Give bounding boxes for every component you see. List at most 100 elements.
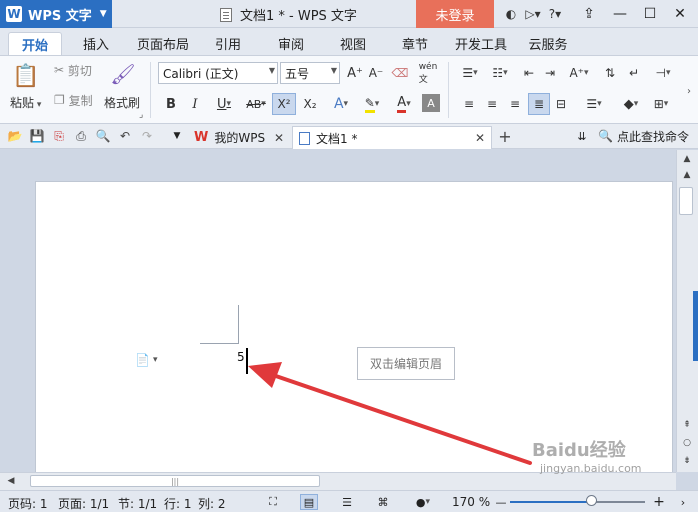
scroll-left-icon[interactable]: ◀: [4, 474, 18, 488]
font-name-select[interactable]: Calibri (正文) ▼: [158, 62, 278, 84]
decrease-indent-icon[interactable]: ⇤: [520, 64, 538, 82]
app-menu-button[interactable]: W WPS 文字 ▼: [0, 0, 112, 28]
window-title: 文档1 * - WPS 文字: [220, 5, 357, 24]
zoom-level[interactable]: 170 %: [452, 495, 490, 509]
tab-document1[interactable]: 文档1 * ✕: [292, 126, 492, 149]
new-tab-icon[interactable]: +: [497, 127, 513, 146]
ribbon-scroll-icon[interactable]: ›: [682, 76, 696, 106]
help-icon[interactable]: ?▾: [544, 3, 566, 25]
minimize-icon[interactable]: —: [605, 0, 635, 28]
browse-object-icon[interactable]: ○: [680, 436, 694, 450]
tab-page-layout[interactable]: 页面布局: [132, 32, 194, 55]
print-icon[interactable]: ⎙: [73, 128, 89, 144]
tab-view[interactable]: 视图: [333, 32, 373, 55]
next-page-icon[interactable]: ⇟: [680, 454, 694, 468]
subscript-icon[interactable]: X₂: [299, 94, 321, 114]
undo-icon[interactable]: ↶: [117, 128, 133, 144]
full-screen-icon[interactable]: ⛶: [264, 494, 282, 510]
tab-insert[interactable]: 插入: [76, 32, 116, 55]
tab-developer[interactable]: 开发工具: [450, 32, 512, 55]
highlight-icon[interactable]: ✎ ▾: [358, 94, 386, 114]
close-icon[interactable]: ✕: [665, 0, 695, 28]
cut-button[interactable]: ✂ 剪切: [54, 62, 92, 78]
scroll-up-icon[interactable]: ▲: [680, 152, 694, 166]
align-right-icon[interactable]: ≡: [506, 94, 524, 114]
paste-button-label[interactable]: 粘贴 ▾: [10, 94, 41, 111]
export-pdf-icon[interactable]: ⎘: [51, 128, 67, 144]
tab-my-wps[interactable]: W 我的WPS ✕: [188, 126, 290, 149]
sort-icon[interactable]: ⇅: [600, 64, 620, 82]
change-case-icon[interactable]: A⁺ ▾: [564, 64, 594, 82]
increase-indent-icon[interactable]: ⇥: [541, 64, 559, 82]
justify-icon[interactable]: ≣: [528, 93, 550, 115]
close-tab-icon[interactable]: ✕: [274, 131, 284, 145]
text-effect-icon[interactable]: A ▾: [328, 94, 354, 114]
bullets-icon[interactable]: ☰ ▾: [456, 64, 484, 82]
scissors-icon: ✂: [54, 63, 65, 77]
tab-cloud[interactable]: 云服务: [522, 32, 574, 55]
close-tab-icon[interactable]: ✕: [475, 131, 485, 145]
superscript-icon[interactable]: X²: [272, 93, 296, 115]
paste-icon[interactable]: 📋: [12, 62, 40, 90]
login-button[interactable]: 未登录: [416, 0, 494, 28]
more-icon[interactable]: ›: [674, 494, 692, 510]
format-painter-icon[interactable]: 🖌: [110, 60, 136, 88]
strikethrough-icon[interactable]: AB ▾: [241, 94, 271, 114]
tab-home[interactable]: 开始: [8, 32, 62, 55]
horizontal-scroll-thumb[interactable]: |||: [30, 475, 320, 487]
clear-format-icon[interactable]: ⌫: [390, 64, 410, 82]
zoom-in-icon[interactable]: +: [650, 494, 668, 510]
web-view-icon[interactable]: ⌘: [374, 494, 392, 510]
zoom-slider-thumb[interactable]: [586, 495, 597, 506]
page-view-icon[interactable]: ▤: [300, 494, 318, 510]
font-color-icon[interactable]: A ▾: [390, 94, 418, 114]
eye-protection-icon[interactable]: ● ▾: [408, 494, 438, 510]
customize-toolbar-icon[interactable]: ▼: [169, 128, 185, 144]
tab-stops-icon[interactable]: ⊣ ▾: [650, 64, 676, 82]
scroll-up-icon[interactable]: ▲: [680, 168, 694, 182]
open-icon[interactable]: 📂: [7, 128, 23, 144]
borders-icon[interactable]: ⊞ ▾: [648, 94, 674, 114]
clipboard-launcher-icon[interactable]: ⌟: [139, 110, 143, 120]
print-preview-icon[interactable]: 🔍: [95, 128, 111, 144]
grow-font-icon[interactable]: A⁺: [345, 64, 365, 82]
align-center-icon[interactable]: ≡: [483, 94, 501, 114]
copy-button[interactable]: ❐ 复制: [54, 92, 93, 108]
line-spacing-icon[interactable]: ☰ ▾: [580, 94, 608, 114]
edit-header-hint[interactable]: 双击编辑页眉: [357, 347, 455, 380]
outline-view-icon[interactable]: ☰: [338, 494, 356, 510]
paragraph-shading-icon[interactable]: ◆ ▾: [616, 94, 646, 114]
shrink-font-icon[interactable]: A⁻: [366, 64, 386, 82]
italic-icon[interactable]: I: [186, 94, 204, 114]
ribbon-toggle-icon[interactable]: ⇪: [574, 0, 604, 28]
command-search[interactable]: 🔍 点此查找命令: [598, 128, 689, 144]
maximize-icon[interactable]: ☐: [635, 0, 665, 28]
typed-text: 5: [237, 350, 245, 364]
comment-icon[interactable]: ▷▾: [522, 3, 544, 25]
bold-icon[interactable]: B: [162, 94, 180, 114]
phonetic-guide-icon[interactable]: wén 文: [414, 62, 442, 85]
zoom-out-icon[interactable]: —: [492, 494, 510, 510]
underline-icon[interactable]: U ▾: [210, 94, 238, 114]
tab-list-icon[interactable]: ⇊: [574, 128, 590, 144]
vertical-scroll-thumb[interactable]: [679, 187, 693, 215]
paragraph-layout-icon[interactable]: 📄 ▾: [135, 353, 157, 367]
numbering-icon[interactable]: ☷ ▾: [486, 64, 514, 82]
format-painter-label[interactable]: 格式刷: [104, 94, 140, 111]
previous-page-icon[interactable]: ⇞: [680, 418, 694, 432]
align-left-icon[interactable]: ≡: [460, 94, 478, 114]
tab-review[interactable]: 审阅: [271, 32, 311, 55]
skin-icon[interactable]: ◐: [500, 3, 522, 25]
char-shading-icon[interactable]: A: [422, 94, 440, 112]
redo-icon[interactable]: ↷: [139, 128, 155, 144]
chevron-down-icon: ▼: [268, 66, 275, 75]
save-icon[interactable]: 💾: [29, 128, 45, 144]
side-panel-toggle[interactable]: [693, 291, 698, 361]
tab-references[interactable]: 引用: [208, 32, 248, 55]
document-page[interactable]: [35, 181, 673, 472]
chevron-down-icon: ▼: [99, 9, 107, 19]
font-size-select[interactable]: 五号 ▼: [280, 62, 340, 84]
tab-chapter[interactable]: 章节: [395, 32, 435, 55]
show-marks-icon[interactable]: ↵: [624, 64, 644, 82]
distribute-icon[interactable]: ⊟: [552, 94, 570, 114]
